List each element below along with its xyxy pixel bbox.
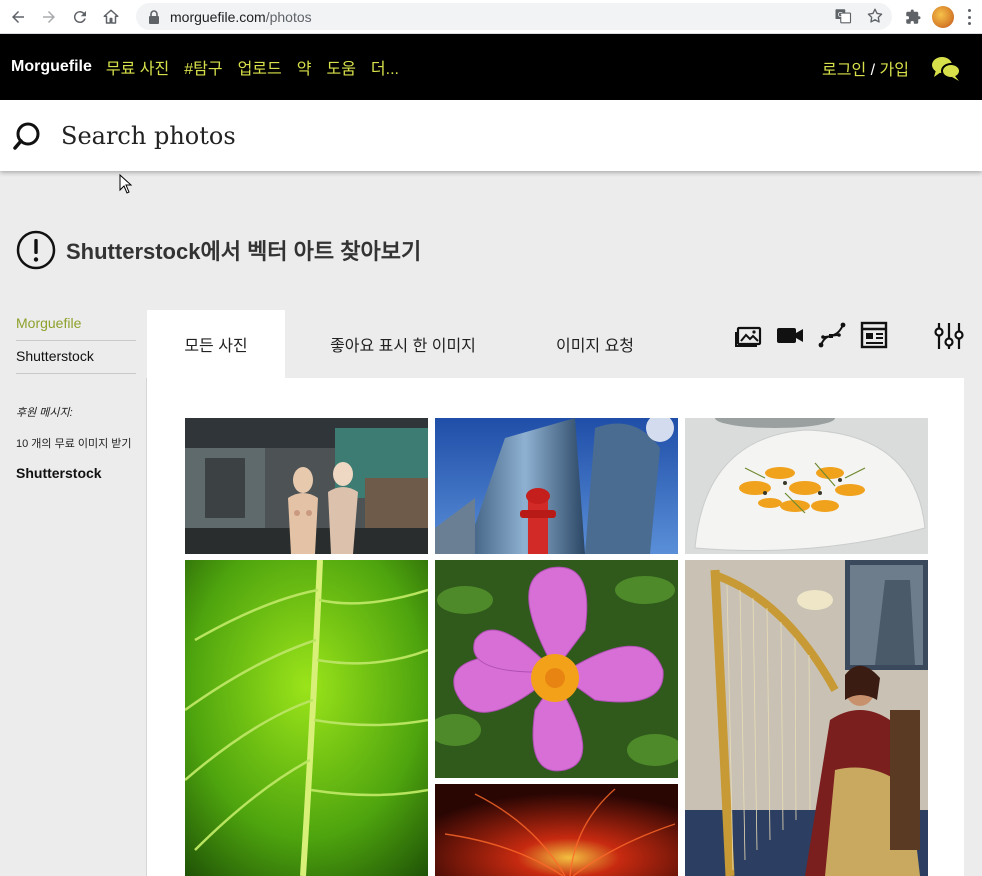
photo-tile-harpist[interactable] xyxy=(685,560,928,876)
sponsor-label: 후원 메시지: xyxy=(16,407,73,419)
nav-explore[interactable]: #탐구 xyxy=(184,55,222,79)
video-camera-icon[interactable] xyxy=(775,320,805,350)
source-sidebar: Morguefile Shutterstock 후원 메시지: 10 개의 무료… xyxy=(16,308,136,481)
star-icon[interactable] xyxy=(866,7,884,25)
arrow-left-icon xyxy=(12,10,24,23)
url-host: morguefile.com xyxy=(170,8,266,25)
harpist-photo xyxy=(685,560,928,876)
signup-link[interactable]: 가입 xyxy=(880,62,909,79)
forward-button[interactable] xyxy=(36,4,62,30)
arrow-right-icon xyxy=(43,10,55,23)
orange-salad-photo xyxy=(685,418,928,554)
editorial-icon[interactable] xyxy=(859,320,889,350)
svg-text:G: G xyxy=(838,11,843,19)
red-abstract-photo xyxy=(435,784,678,876)
photo-tile-red-abstract[interactable] xyxy=(435,784,678,876)
media-type-icons xyxy=(733,320,889,350)
photo-tile-green-leaf[interactable] xyxy=(185,560,428,876)
nav-free-photos[interactable]: 무료 사진 xyxy=(106,55,169,79)
nav-help[interactable]: 도움 xyxy=(326,55,355,79)
tab-all-photos[interactable]: 모든 사진 xyxy=(147,310,285,378)
translate-icon[interactable]: G xyxy=(834,7,852,25)
photo-tile-orange-salad[interactable] xyxy=(685,418,928,554)
green-leaf-photo xyxy=(185,560,428,876)
pink-flower-photo xyxy=(435,560,678,778)
tab-bar: 모든 사진 좋아요 표시 한 이미지 이미지 요청 xyxy=(147,310,964,378)
login-link[interactable]: 로그인 xyxy=(822,62,866,79)
photo-tile-pink-flower[interactable] xyxy=(435,560,678,778)
search-input[interactable] xyxy=(61,121,861,150)
home-button[interactable] xyxy=(98,4,124,30)
address-bar[interactable]: morguefile.com/photos G xyxy=(136,3,892,30)
photo-tile-mannequins[interactable] xyxy=(185,418,428,554)
promo-banner[interactable]: Shutterstock에서 벡터 아트 찾아보기 xyxy=(16,230,421,270)
mannequins-photo xyxy=(185,418,428,554)
reload-icon xyxy=(73,10,86,23)
sponsor-offer-link[interactable]: 10 개의 무료 이미지 받기 xyxy=(16,438,136,450)
vector-path-icon[interactable] xyxy=(817,320,847,350)
lock-icon xyxy=(149,9,159,24)
sidebar-item-morguefile[interactable]: Morguefile xyxy=(16,308,136,341)
search-bar xyxy=(0,100,982,171)
sidebar-item-shutterstock[interactable]: Shutterstock xyxy=(16,341,136,374)
promo-text: Shutterstock에서 벡터 아트 찾아보기 xyxy=(66,239,422,264)
exclamation-circle-icon xyxy=(16,230,56,270)
auth-separator: / xyxy=(870,62,876,79)
url-text: morguefile.com/photos xyxy=(170,9,312,25)
mouse-cursor-icon xyxy=(119,174,133,194)
filter-sliders-icon[interactable] xyxy=(933,320,965,352)
nav-about[interactable]: 약 xyxy=(297,55,312,79)
auth-links: 로그인 / 가입 xyxy=(822,56,909,80)
main-nav: 무료 사진 #탐구 업로드 약 도움 더... xyxy=(106,55,414,79)
photo-tile-skyscraper[interactable] xyxy=(435,418,678,554)
extensions-icon[interactable] xyxy=(904,8,922,26)
search-icon[interactable] xyxy=(12,121,42,151)
tab-liked-images[interactable]: 좋아요 표시 한 이미지 xyxy=(305,310,501,378)
tab-image-requests[interactable]: 이미지 요청 xyxy=(533,310,657,378)
skyscraper-photo xyxy=(435,418,678,554)
back-button[interactable] xyxy=(5,4,31,30)
brand-logo[interactable]: Morguefile xyxy=(11,58,92,76)
home-icon xyxy=(103,9,119,24)
browser-toolbar: morguefile.com/photos G xyxy=(0,0,982,34)
nav-upload[interactable]: 업로드 xyxy=(238,55,282,79)
site-header: Morguefile 무료 사진 #탐구 업로드 약 도움 더... 로그인 /… xyxy=(0,34,982,100)
menu-kebab-icon[interactable] xyxy=(968,9,972,25)
sponsor-brand-link[interactable]: Shutterstock xyxy=(16,465,136,481)
photos-icon[interactable] xyxy=(733,320,763,350)
reload-button[interactable] xyxy=(67,4,93,30)
profile-avatar[interactable] xyxy=(932,6,954,28)
nav-more[interactable]: 더... xyxy=(371,55,399,79)
chat-icon[interactable] xyxy=(930,54,962,84)
url-path: /photos xyxy=(265,8,312,25)
